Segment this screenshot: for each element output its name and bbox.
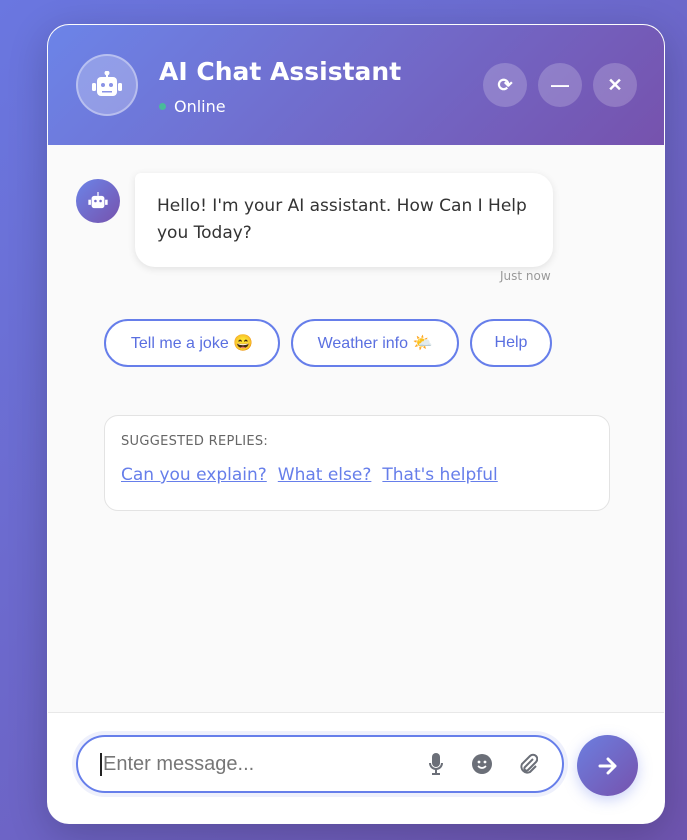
bot-message: Hello! I'm your AI assistant. How Can I … xyxy=(135,173,553,267)
minus-icon: — xyxy=(551,74,569,95)
chat-window: AI Chat Assistant Online ⟳ — ✕ Hello! I'… xyxy=(47,24,665,824)
emoji-icon[interactable] xyxy=(470,752,494,776)
avatar xyxy=(76,54,138,116)
refresh-button[interactable]: ⟳ xyxy=(483,63,527,107)
send-button[interactable] xyxy=(577,735,638,796)
chat-header: AI Chat Assistant Online ⟳ — ✕ xyxy=(48,25,664,145)
status-text: Online xyxy=(174,97,226,116)
input-placeholder[interactable]: Enter message... xyxy=(100,752,402,776)
arrow-right-icon xyxy=(598,757,616,774)
quick-reply-weather[interactable]: Weather info 🌤️ xyxy=(291,319,459,367)
suggestion-link[interactable]: Can you explain? xyxy=(121,465,267,485)
close-button[interactable]: ✕ xyxy=(593,63,637,107)
suggested-replies: SUGGESTED REPLIES: Can you explain? What… xyxy=(104,415,610,511)
message-input[interactable]: Enter message... xyxy=(76,735,564,793)
quick-reply-joke[interactable]: Tell me a joke 😄 xyxy=(104,319,280,367)
close-icon: ✕ xyxy=(607,74,623,95)
suggested-title: SUGGESTED REPLIES: xyxy=(121,434,269,449)
quick-reply-help[interactable]: Help xyxy=(470,319,552,367)
paperclip-icon[interactable] xyxy=(516,752,540,776)
bot-avatar xyxy=(76,179,120,223)
message-time: Just now xyxy=(500,269,551,283)
input-area: Enter message... xyxy=(48,712,664,823)
minimize-button[interactable]: — xyxy=(538,63,582,107)
chat-title: AI Chat Assistant xyxy=(159,57,402,86)
robot-icon xyxy=(88,192,108,209)
status: Online xyxy=(159,97,226,116)
suggestion-link[interactable]: What else? xyxy=(278,465,372,485)
online-dot xyxy=(159,103,166,110)
microphone-icon[interactable] xyxy=(424,752,448,776)
suggestion-link[interactable]: That's helpful xyxy=(382,465,497,485)
refresh-icon: ⟳ xyxy=(497,74,513,95)
robot-icon xyxy=(92,71,122,96)
